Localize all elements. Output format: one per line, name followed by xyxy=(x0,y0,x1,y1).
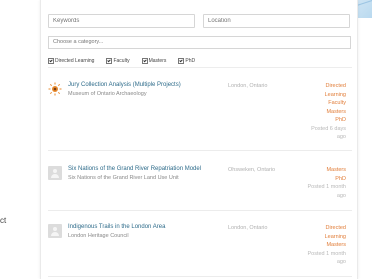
location-input[interactable] xyxy=(203,14,350,28)
filter-label: Faculty xyxy=(113,58,130,64)
posted-time: ago xyxy=(336,192,346,199)
category-select[interactable]: Choose a category... xyxy=(48,36,351,49)
tag: Masters xyxy=(326,167,346,173)
sun-logo-icon xyxy=(48,82,62,96)
job-organization: Six Nations of the Grand River Land Use … xyxy=(68,175,179,181)
tag: Masters xyxy=(326,108,346,115)
filter-label: Directed Learning xyxy=(55,58,95,64)
job-listings-panel: Choose a category... Directed Learning F… xyxy=(40,0,358,279)
posted-time: Posted 6 days xyxy=(311,125,346,132)
job-tags: Directed Learning Masters Posted 1 month… xyxy=(307,224,346,267)
avatar-placeholder-icon xyxy=(48,166,62,180)
job-tags: Masters PhD Posted 1 month ago xyxy=(307,166,346,200)
keywords-input[interactable] xyxy=(48,14,195,28)
posted-time: ago xyxy=(336,134,346,140)
checkbox-checked-icon[interactable] xyxy=(178,58,185,64)
posted-time: Posted 1 month xyxy=(307,184,346,190)
filter-phd[interactable]: PhD xyxy=(178,58,195,64)
filter-checkboxes: Directed Learning Faculty Masters PhD xyxy=(48,58,195,64)
divider xyxy=(48,67,352,68)
posted-time: ago xyxy=(336,259,346,265)
side-text-fragment: ct xyxy=(0,216,7,225)
job-title-link[interactable]: Six Nations of the Grand River Repatriat… xyxy=(68,166,201,172)
job-title-link[interactable]: Indigenous Trails in the London Area xyxy=(68,224,165,230)
tag: Faculty xyxy=(328,100,346,106)
job-location: London, Ontario xyxy=(228,225,268,231)
job-listing[interactable]: Six Nations of the Grand River Repatriat… xyxy=(48,166,352,206)
job-location: London, Ontario xyxy=(228,83,268,89)
job-location: Ohsweken, Ontario xyxy=(228,167,276,173)
tag: Masters xyxy=(326,242,346,248)
checkbox-checked-icon[interactable] xyxy=(48,58,54,64)
divider xyxy=(48,210,352,211)
search-row xyxy=(48,14,352,28)
tag: PhD xyxy=(335,175,346,182)
filter-faculty[interactable]: Faculty xyxy=(106,58,130,64)
avatar-placeholder-icon xyxy=(48,224,62,238)
tag: PhD xyxy=(335,117,346,123)
filter-directed-learning[interactable]: Directed Learning xyxy=(48,58,94,64)
job-organization: Museum of Ontario Archaeology xyxy=(68,91,147,97)
posted-time: Posted 1 month xyxy=(307,250,346,257)
tag: Learning xyxy=(324,91,346,98)
tag: Directed xyxy=(325,83,346,89)
filter-label: PhD xyxy=(185,58,196,64)
divider xyxy=(48,276,352,277)
tag: Directed xyxy=(325,225,346,231)
job-title-link[interactable]: Jury Collection Analysis (Multiple Proje… xyxy=(68,82,181,88)
checkbox-checked-icon[interactable] xyxy=(141,58,148,64)
divider xyxy=(48,150,352,151)
job-listing[interactable]: Indigenous Trails in the London Area Lon… xyxy=(48,224,352,274)
filter-label: Masters xyxy=(148,58,167,64)
checkbox-checked-icon[interactable] xyxy=(106,58,113,64)
tag: Learning xyxy=(324,233,346,240)
filter-masters[interactable]: Masters xyxy=(141,58,167,64)
job-listing[interactable]: Jury Collection Analysis (Multiple Proje… xyxy=(48,82,352,144)
job-organization: London Heritage Council xyxy=(68,233,129,239)
job-tags: Directed Learning Faculty Masters PhD Po… xyxy=(311,82,346,142)
